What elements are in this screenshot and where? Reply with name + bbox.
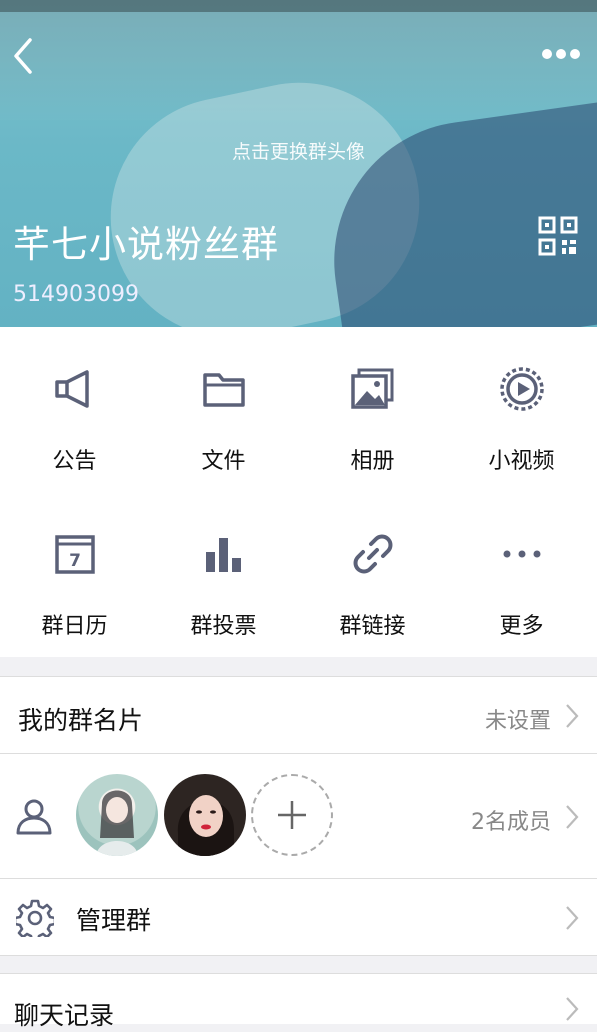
folder-icon xyxy=(202,373,245,407)
manage-group-row[interactable]: 管理群 xyxy=(0,879,597,955)
change-avatar-hint[interactable]: 点击更换群头像 xyxy=(0,137,597,164)
group-name: 芊七小说粉丝群 xyxy=(13,223,279,266)
bar-chart-icon xyxy=(205,538,241,572)
feature-short-video[interactable]: 小视频 xyxy=(447,327,596,492)
chat-history-row[interactable]: 聊天记录 xyxy=(0,974,597,1030)
my-group-card-row[interactable]: 我的群名片 未设置 xyxy=(0,677,597,753)
chevron-right-icon xyxy=(566,805,579,829)
link-icon xyxy=(353,534,392,574)
avatar-image xyxy=(177,795,235,856)
my-group-card-label: 我的群名片 xyxy=(18,706,144,735)
gear-icon xyxy=(16,899,54,937)
qr-code-button[interactable] xyxy=(538,216,578,256)
group-header[interactable]: 点击更换群头像 芊七小说粉丝群 514903099 xyxy=(0,0,597,327)
chat-history-label: 聊天记录 xyxy=(14,1001,115,1030)
feature-announcement[interactable]: 公告 xyxy=(0,327,149,492)
calendar-icon: 7 xyxy=(54,535,95,574)
more-button[interactable] xyxy=(541,46,581,62)
qr-code-icon xyxy=(538,216,578,256)
more-dots-icon xyxy=(542,49,580,59)
avatar-image xyxy=(96,790,138,856)
my-group-card-value: 未设置 xyxy=(484,709,551,734)
feature-label: 相册 xyxy=(350,449,395,474)
feature-label: 文件 xyxy=(201,449,246,474)
group-id: 514903099 xyxy=(13,282,139,307)
divider xyxy=(0,955,597,956)
member-avatar[interactable] xyxy=(164,774,246,856)
feature-calendar[interactable]: 7 群日历 xyxy=(0,492,149,657)
status-bar xyxy=(0,0,597,12)
feature-album[interactable]: 相册 xyxy=(298,327,447,492)
feature-label: 群投票 xyxy=(190,614,257,639)
chevron-right-icon xyxy=(566,704,579,728)
feature-label: 小视频 xyxy=(488,449,555,474)
feature-label: 公告 xyxy=(52,449,97,474)
feature-label: 群日历 xyxy=(41,614,108,639)
feature-vote[interactable]: 群投票 xyxy=(149,492,298,657)
feature-link[interactable]: 群链接 xyxy=(298,492,447,657)
add-member-button[interactable] xyxy=(251,774,333,856)
member-count: 2名成员 xyxy=(471,810,551,835)
members-icon xyxy=(16,799,52,835)
back-button[interactable] xyxy=(8,36,40,76)
megaphone-icon xyxy=(54,370,89,408)
add-member-icon xyxy=(278,801,306,829)
feature-grid: 公告 文件 相册 小视频 7 群日历 群投票 群链接 更多 xyxy=(0,327,597,657)
chevron-right-icon xyxy=(566,997,579,1021)
feature-more[interactable]: 更多 xyxy=(447,492,596,657)
album-icon xyxy=(350,368,393,409)
members-row[interactable]: 2名成员 xyxy=(0,754,597,878)
manage-group-label: 管理群 xyxy=(76,906,152,935)
feature-label: 群链接 xyxy=(339,614,406,639)
member-avatar[interactable] xyxy=(76,774,158,856)
chevron-right-icon xyxy=(566,906,579,930)
more-dots-icon xyxy=(503,550,540,558)
feature-label: 更多 xyxy=(499,614,544,639)
back-chevron-icon xyxy=(14,38,32,74)
feature-files[interactable]: 文件 xyxy=(149,327,298,492)
video-icon xyxy=(499,367,544,411)
calendar-day: 7 xyxy=(69,551,81,571)
